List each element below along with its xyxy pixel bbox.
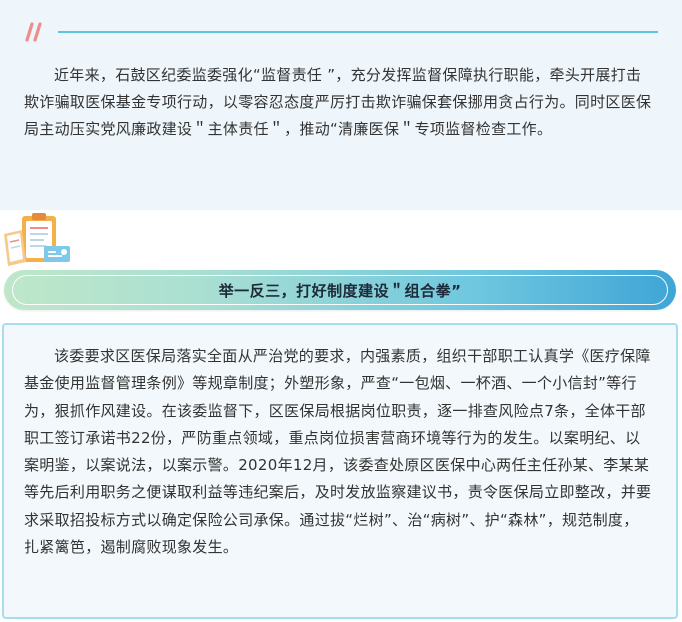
intro-paragraph: 近年来，石鼓区纪委监委强化“监督责任 ”，充分发挥监督保障执行职能，牵头开展打击… (24, 66, 652, 138)
clipboard-document-icon (4, 213, 70, 266)
section-title: 举一反三，打好制度建设＂组合拳” (218, 281, 462, 300)
intro-card: 近年来，石鼓区纪委监委强化“监督责任 ”，充分发挥监督保障执行职能，牵头开展打击… (0, 0, 682, 210)
header-divider (58, 31, 658, 33)
section-paragraph: 该委要求区医保局落实全面从严治党的要求，内强素质，组织干部职工认真学《医疗保障基… (24, 347, 652, 557)
double-slash-icon (25, 22, 42, 42)
section-title-banner: 举一反三，打好制度建设＂组合拳” (4, 270, 676, 310)
section-body-card: 该委要求区医保局落实全面从严治党的要求，内强素质，组织干部职工认真学《医疗保障基… (2, 323, 678, 619)
